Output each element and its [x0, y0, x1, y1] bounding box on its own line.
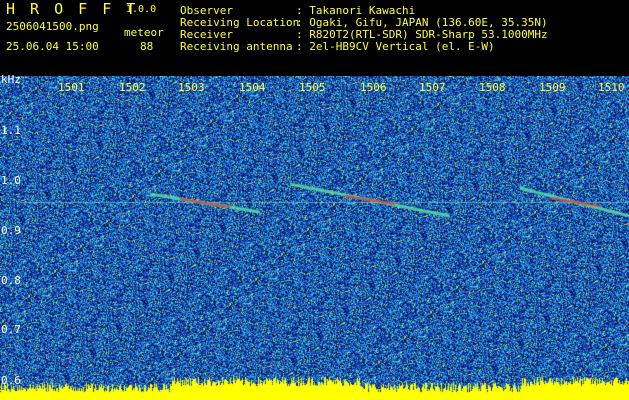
info-label-receiver: Receiver: [180, 28, 233, 41]
khz-label-0-8: 0.8: [1, 274, 21, 287]
second-label-1509: 1509: [539, 81, 566, 94]
second-label-1507: 1507: [419, 81, 446, 94]
header-panel: H R O F F T 1.0.0 2506041500.png meteor …: [0, 0, 629, 76]
mode-count: 88: [140, 40, 154, 53]
second-label-1504: 1504: [239, 81, 266, 94]
second-label-1508: 1508: [479, 81, 506, 94]
second-label-1502: 1502: [119, 81, 146, 94]
second-label-1506: 1506: [360, 81, 387, 94]
second-label-1505: 1505: [299, 81, 326, 94]
spectrogram-canvas: [0, 76, 629, 400]
khz-label-0-9: 0.9: [1, 224, 21, 237]
info-value-observer: : Takanori Kawachi: [296, 4, 416, 17]
file-name: 2506041500.png: [6, 20, 99, 33]
app-logo: H R O F F T: [6, 0, 139, 18]
khz-label-0-7: 0.7: [1, 323, 21, 336]
info-label-location: Receiving Location: [180, 16, 300, 29]
khz-label-1-0: 1.0: [1, 174, 21, 187]
info-value-receiver: : R820T2(RTL-SDR) SDR-Sharp 53.1000MHz: [296, 28, 548, 41]
second-label-1501: 1501: [58, 81, 85, 94]
mode-label: meteor: [124, 26, 164, 39]
info-value-location: : Ogaki, Gifu, JAPAN (136.60E, 35.35N): [296, 16, 548, 29]
file-datetime: 25.06.04 15:00: [6, 40, 99, 53]
second-label-1510: 1510: [598, 81, 625, 94]
info-label-antenna: Receiving antenna: [180, 40, 293, 53]
khz-label-1-1: 1.1: [1, 124, 21, 137]
axis-unit-khz: kHz: [1, 73, 21, 86]
second-label-1503: 1503: [178, 81, 205, 94]
info-value-antenna: : 2el-HB9CV Vertical (el. E-W): [296, 40, 495, 53]
khz-label-0-6: 0.6: [1, 374, 21, 387]
info-label-observer: Observer: [180, 4, 233, 17]
app-version: 1.0.0: [126, 4, 157, 15]
